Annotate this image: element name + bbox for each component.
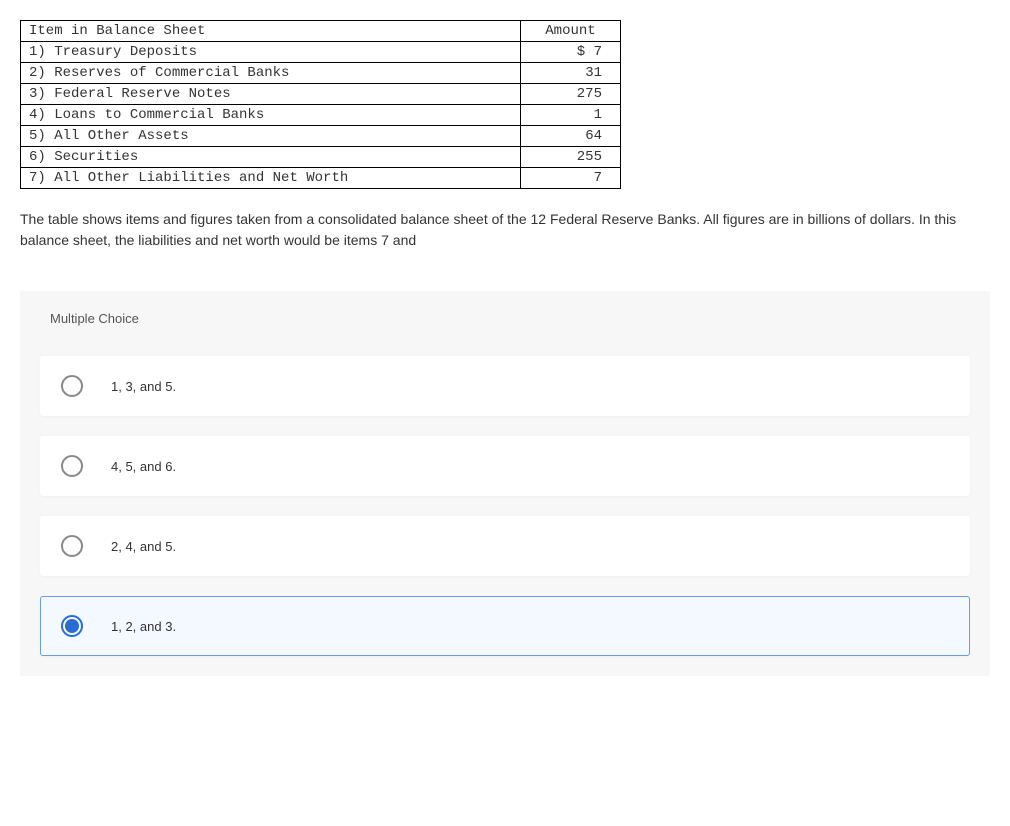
mc-title: Multiple Choice: [40, 311, 970, 326]
table-body: 1) Treasury Deposits $ 7 2) Reserves of …: [21, 42, 621, 189]
option-label: 4, 5, and 6.: [111, 459, 176, 474]
radio-icon: [61, 615, 83, 637]
table-header-item: Item in Balance Sheet: [21, 21, 521, 42]
table-header-amount: Amount: [521, 21, 621, 42]
option-1[interactable]: 1, 3, and 5.: [40, 356, 970, 416]
option-label: 1, 2, and 3.: [111, 619, 176, 634]
radio-icon: [61, 455, 83, 477]
question-text: The table shows items and figures taken …: [20, 209, 990, 251]
table-row: 3) Federal Reserve Notes 275: [21, 84, 621, 105]
option-label: 2, 4, and 5.: [111, 539, 176, 554]
table-row: 1) Treasury Deposits $ 7: [21, 42, 621, 63]
table-row: 4) Loans to Commercial Banks 1: [21, 105, 621, 126]
option-4[interactable]: 1, 2, and 3.: [40, 596, 970, 656]
option-label: 1, 3, and 5.: [111, 379, 176, 394]
radio-icon: [61, 535, 83, 557]
balance-sheet-table: Item in Balance Sheet Amount 1) Treasury…: [20, 20, 621, 189]
radio-icon: [61, 375, 83, 397]
table-row: 7) All Other Liabilities and Net Worth 7: [21, 168, 621, 189]
table-row: 6) Securities 255: [21, 147, 621, 168]
option-3[interactable]: 2, 4, and 5.: [40, 516, 970, 576]
table-row: 2) Reserves of Commercial Banks 31: [21, 63, 621, 84]
option-2[interactable]: 4, 5, and 6.: [40, 436, 970, 496]
multiple-choice-container: Multiple Choice 1, 3, and 5. 4, 5, and 6…: [20, 291, 990, 676]
table-row: 5) All Other Assets 64: [21, 126, 621, 147]
